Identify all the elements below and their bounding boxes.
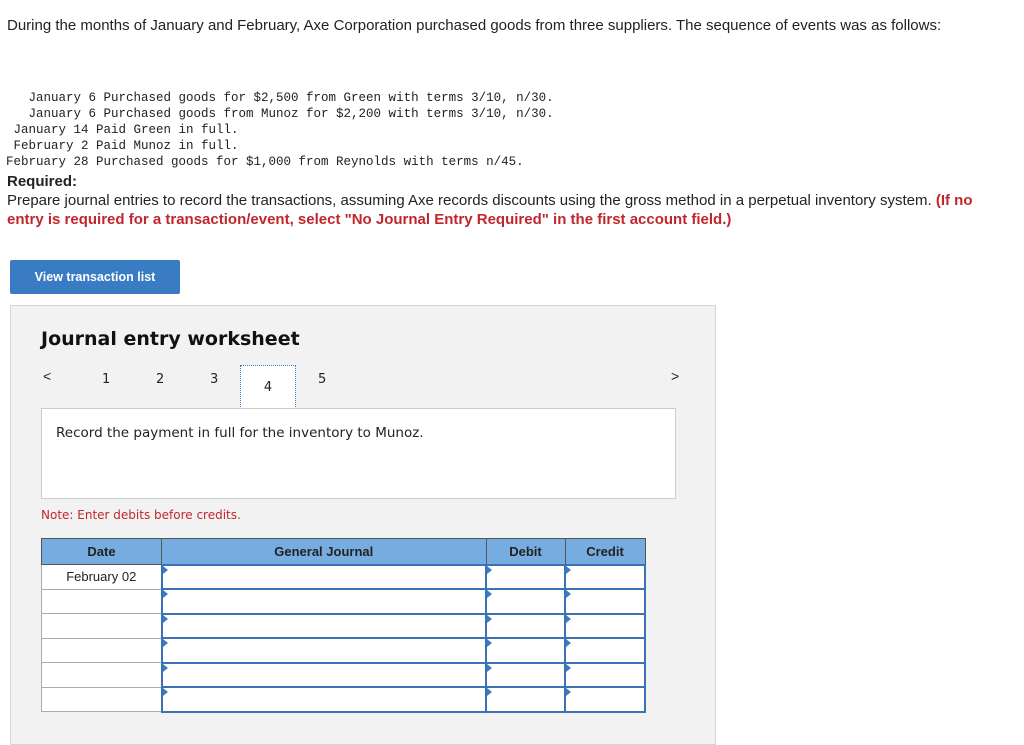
journal-entry-worksheet: Journal entry worksheet < 1 2 3 4 5 > Re… xyxy=(10,305,716,745)
page-1[interactable]: 1 xyxy=(102,372,110,387)
entry-description: Record the payment in full for the inven… xyxy=(41,408,676,499)
event: January 6 Purchased goods from Munoz for… xyxy=(6,107,554,121)
date-cell xyxy=(41,637,162,663)
header-debit: Debit xyxy=(485,538,566,565)
debit-input[interactable] xyxy=(485,563,566,590)
account-input[interactable] xyxy=(160,661,487,688)
account-input[interactable] xyxy=(160,563,487,590)
page-4[interactable]: 4 xyxy=(240,365,296,409)
account-input[interactable] xyxy=(160,588,487,615)
credit-input[interactable] xyxy=(564,661,646,688)
credit-input[interactable] xyxy=(564,563,646,590)
credit-input[interactable] xyxy=(564,588,646,615)
date-cell: February 02 xyxy=(41,564,162,590)
problem-intro: During the months of January and Februar… xyxy=(7,17,942,34)
table-row xyxy=(41,588,646,615)
credit-input[interactable] xyxy=(564,637,646,664)
page-2[interactable]: 2 xyxy=(156,372,164,387)
view-transaction-list-button[interactable]: View transaction list xyxy=(10,260,180,294)
date-cell xyxy=(41,588,162,614)
account-input[interactable] xyxy=(160,686,487,713)
event: January 14 Paid Green in full. xyxy=(6,123,239,137)
date-cell xyxy=(41,662,162,688)
event: February 28 Purchased goods for $1,000 f… xyxy=(6,155,524,169)
event: February 2 Paid Munoz in full. xyxy=(6,139,239,153)
journal-table: Date General Journal Debit Credit February … xyxy=(41,538,646,713)
table-row xyxy=(41,686,646,713)
table-row xyxy=(41,612,646,639)
debit-input[interactable] xyxy=(485,661,566,688)
header-credit: Credit xyxy=(564,538,646,565)
prev-arrow-icon[interactable]: < xyxy=(43,368,51,384)
account-input[interactable] xyxy=(160,612,487,639)
event-list: January 6 Purchased goods for $2,500 fro… xyxy=(6,74,554,186)
table-row xyxy=(41,637,646,664)
debit-input[interactable] xyxy=(485,588,566,615)
header-date: Date xyxy=(41,538,162,565)
table-row: February 02 xyxy=(41,563,646,590)
required-heading: Required: xyxy=(7,173,78,190)
worksheet-title: Journal entry worksheet xyxy=(41,328,300,350)
header-general-journal: General Journal xyxy=(161,538,487,565)
entry-note: Note: Enter debits before credits. xyxy=(41,508,241,522)
required-section: Required: Prepare journal entries to rec… xyxy=(7,172,1007,229)
page-3[interactable]: 3 xyxy=(210,372,218,387)
event: January 6 Purchased goods for $2,500 fro… xyxy=(6,91,554,105)
credit-input[interactable] xyxy=(564,686,646,713)
account-input[interactable] xyxy=(160,637,487,664)
required-text: Prepare journal entries to record the tr… xyxy=(7,192,932,209)
date-cell xyxy=(41,613,162,639)
debit-input[interactable] xyxy=(485,686,566,713)
page-5[interactable]: 5 xyxy=(318,372,326,387)
next-arrow-icon[interactable]: > xyxy=(671,368,679,384)
credit-input[interactable] xyxy=(564,612,646,639)
debit-input[interactable] xyxy=(485,637,566,664)
date-cell xyxy=(41,686,162,712)
table-row xyxy=(41,661,646,688)
debit-input[interactable] xyxy=(485,612,566,639)
